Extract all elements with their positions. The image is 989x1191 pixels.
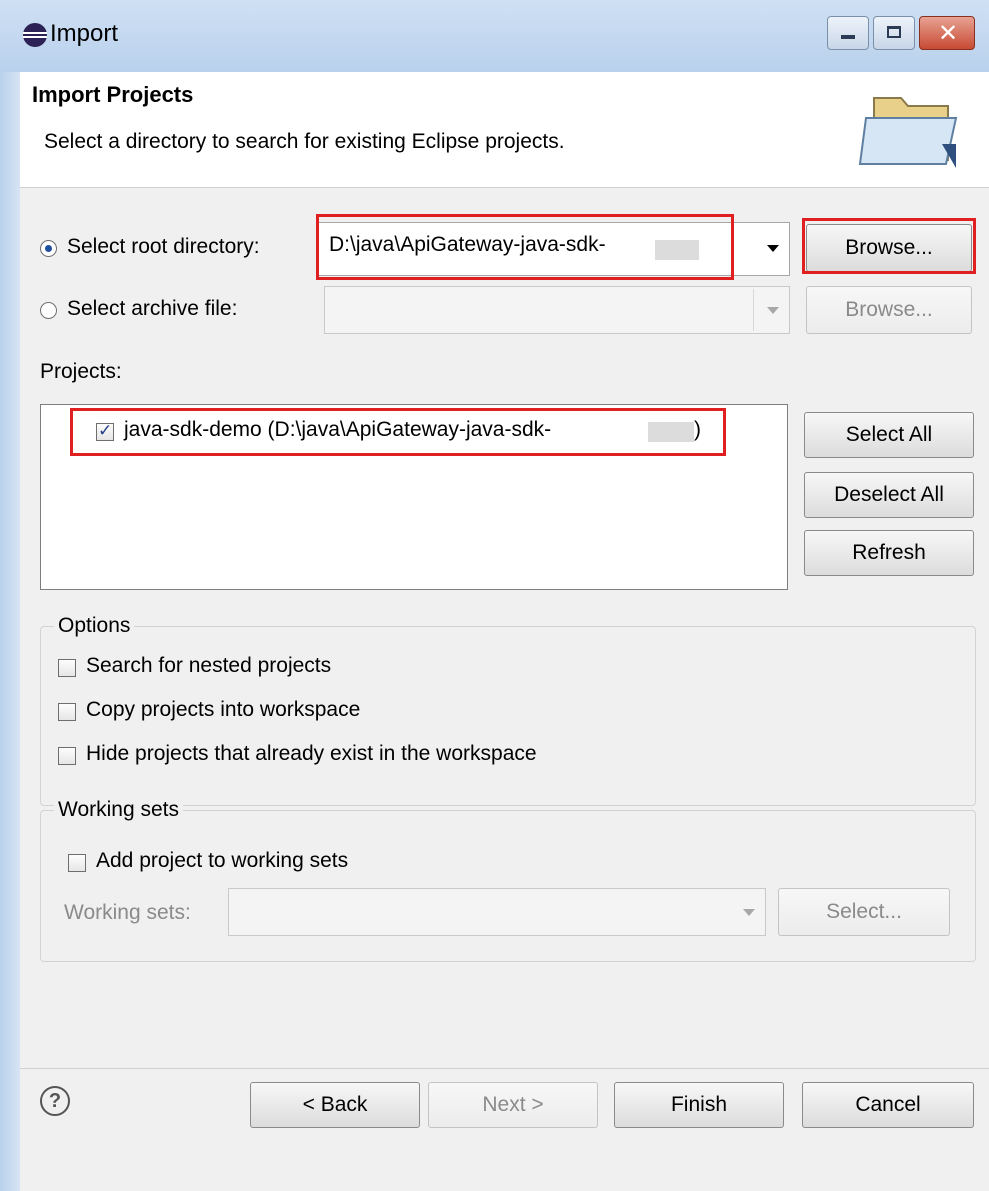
root-directory-label: Select root directory: bbox=[67, 235, 260, 258]
browse-root-button[interactable]: Browse... bbox=[806, 224, 972, 272]
project-checkbox[interactable] bbox=[96, 421, 114, 441]
working-sets-group bbox=[40, 810, 976, 962]
maximize-icon bbox=[887, 26, 901, 38]
nested-projects-label[interactable]: Search for nested projects bbox=[86, 654, 331, 678]
minimize-icon bbox=[841, 35, 855, 39]
refresh-button[interactable]: Refresh bbox=[804, 530, 974, 576]
maximize-button[interactable] bbox=[873, 16, 915, 50]
select-all-button[interactable]: Select All bbox=[804, 412, 974, 458]
window-border bbox=[0, 72, 20, 1191]
combo-divider bbox=[753, 289, 754, 331]
nested-projects-checkbox[interactable] bbox=[58, 659, 76, 677]
project-item-close-paren: ) bbox=[694, 418, 701, 441]
page-description: Select a directory to search for existin… bbox=[44, 130, 565, 153]
chevron-down-icon[interactable] bbox=[767, 307, 779, 314]
select-working-sets-button[interactable]: Select... bbox=[778, 888, 950, 936]
page-title: Import Projects bbox=[32, 82, 194, 107]
window-title: Import bbox=[50, 20, 119, 47]
close-button[interactable]: ✕ bbox=[919, 16, 975, 50]
projects-label: Projects: bbox=[40, 360, 122, 383]
copy-projects-checkbox[interactable] bbox=[58, 703, 76, 721]
options-legend: Options bbox=[54, 614, 135, 638]
project-item-label[interactable]: java-sdk-demo (D:\java\ApiGateway-java-s… bbox=[124, 418, 551, 442]
working-sets-field-label: Working sets: bbox=[64, 901, 191, 924]
cancel-button[interactable]: Cancel bbox=[802, 1082, 974, 1128]
close-icon: ✕ bbox=[938, 20, 959, 47]
deselect-all-button[interactable]: Deselect All bbox=[804, 472, 974, 518]
root-directory-radio[interactable] bbox=[40, 240, 57, 257]
hide-existing-checkbox[interactable] bbox=[58, 747, 76, 765]
folder-wizard-icon bbox=[858, 97, 958, 168]
hide-existing-label[interactable]: Hide projects that already exist in the … bbox=[86, 742, 537, 766]
eclipse-icon bbox=[23, 23, 47, 47]
redacted-text bbox=[648, 422, 694, 442]
add-to-working-sets-label[interactable]: Add project to working sets bbox=[96, 849, 348, 873]
archive-file-combo[interactable] bbox=[324, 286, 790, 334]
next-button[interactable]: Next > bbox=[428, 1082, 598, 1128]
chevron-down-icon[interactable] bbox=[743, 909, 755, 916]
help-icon[interactable]: ? bbox=[40, 1086, 70, 1116]
root-directory-combo[interactable]: D:\java\ApiGateway-java-sdk- bbox=[318, 222, 790, 276]
browse-archive-button[interactable]: Browse... bbox=[806, 286, 972, 334]
add-to-working-sets-checkbox[interactable] bbox=[68, 854, 86, 872]
redacted-text bbox=[655, 240, 699, 260]
import-dialog: Import ✕ Import Projects Select a direct… bbox=[0, 0, 989, 1191]
back-button[interactable]: < Back bbox=[250, 1082, 420, 1128]
copy-projects-label[interactable]: Copy projects into workspace bbox=[86, 698, 360, 722]
footer-separator bbox=[20, 1068, 989, 1069]
root-directory-value: D:\java\ApiGateway-java-sdk- bbox=[329, 233, 606, 256]
minimize-button[interactable] bbox=[827, 16, 869, 50]
chevron-down-icon[interactable] bbox=[767, 245, 779, 252]
finish-button[interactable]: Finish bbox=[614, 1082, 784, 1128]
archive-file-label: Select archive file: bbox=[67, 297, 238, 320]
working-sets-legend: Working sets bbox=[54, 798, 183, 822]
working-sets-combo[interactable] bbox=[228, 888, 766, 936]
archive-file-radio[interactable] bbox=[40, 302, 57, 319]
